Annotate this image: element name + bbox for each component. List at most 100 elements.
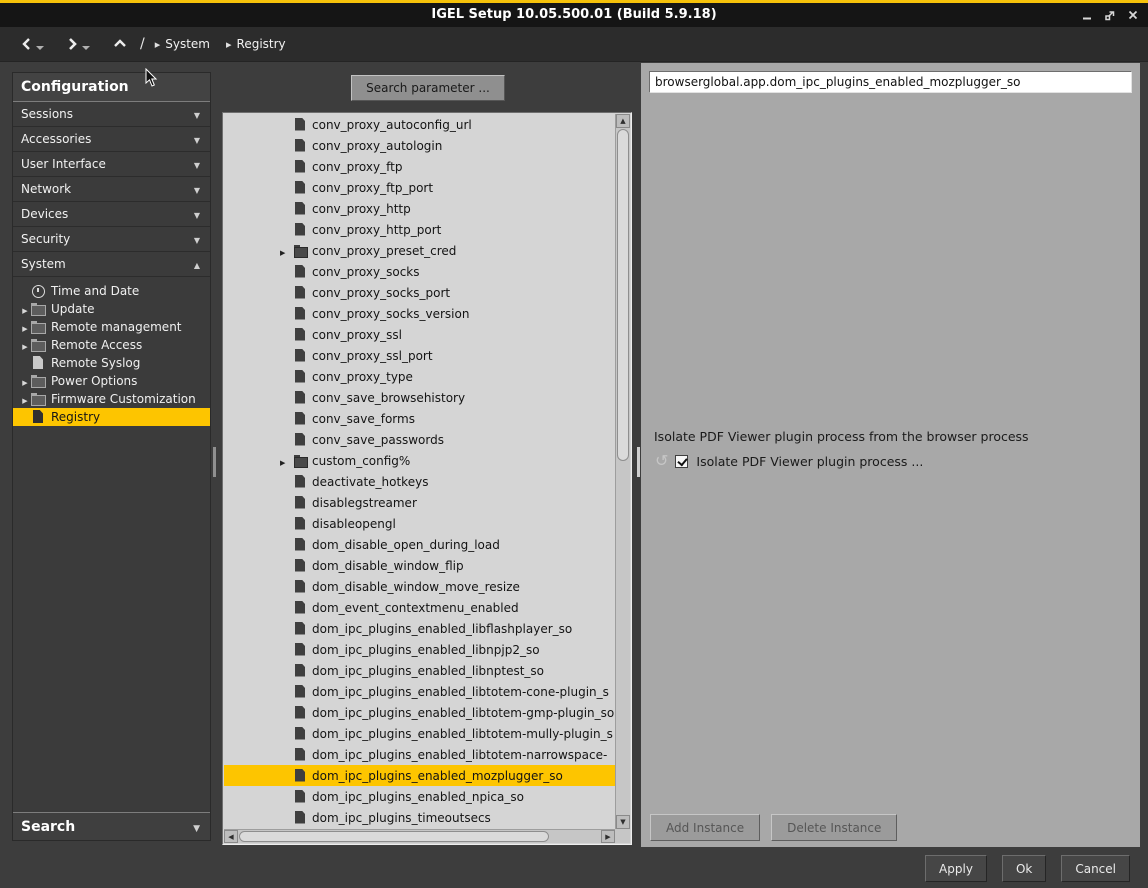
sidebar-section[interactable]: User Interface [13,152,210,177]
restore-icon[interactable] [1103,8,1117,22]
row-expander-icon[interactable] [280,244,294,258]
sidebar-tree-item[interactable]: Remote Syslog [13,354,210,372]
sidebar-tree-item[interactable]: Time and Date [13,282,210,300]
horizontal-scrollbar[interactable]: ◀ ▶ [224,829,615,843]
registry-parameter-row[interactable]: dom_ipc_plugins_enabled_libnpjp2_so [224,639,615,660]
registry-parameter-row[interactable]: conv_proxy_http [224,198,615,219]
sidebar-section[interactable]: Accessories [13,127,210,152]
up-button[interactable] [112,37,128,51]
registry-parameter-row[interactable]: dom_ipc_plugins_enabled_libnptest_so [224,660,615,681]
registry-parameter-row[interactable]: dom_event_contextmenu_enabled [224,597,615,618]
registry-parameter-row[interactable]: conv_save_browsehistory [224,387,615,408]
registry-parameter-row[interactable]: conv_proxy_ftp_port [224,177,615,198]
add-instance-button[interactable]: Add Instance [650,814,760,841]
sidebar-section-label: Devices [21,207,68,221]
chevron-left-icon [20,36,33,52]
registry-parameter-row[interactable]: conv_proxy_ssl_port [224,345,615,366]
sidebar-tree-item[interactable]: Update [13,300,210,318]
search-parameter-button[interactable]: Search parameter ... [351,75,505,101]
registry-parameter-row[interactable]: conv_save_forms [224,408,615,429]
registry-parameter-row[interactable]: dom_ipc_plugins_enabled_libtotem-mully-p… [224,723,615,744]
registry-parameter-row[interactable]: conv_proxy_http_port [224,219,615,240]
footer-buttons: Apply Ok Cancel [925,855,1130,882]
ok-button[interactable]: Ok [1002,855,1046,882]
sidebar-section[interactable]: System [13,252,210,277]
scroll-left-icon[interactable]: ◀ [224,830,238,843]
scroll-right-icon[interactable]: ▶ [601,830,615,843]
detail-splitter[interactable] [637,447,640,477]
breadcrumb-item[interactable]: System [155,37,210,51]
registry-parameter-row[interactable]: dom_ipc_plugins_enabled_libtotem-cone-pl… [224,681,615,702]
section-chevron-icon [194,132,200,146]
parameter-label: dom_ipc_plugins_timeoutsecs [312,811,491,825]
registry-parameter-row[interactable]: conv_proxy_socks_version [224,303,615,324]
registry-parameter-row[interactable]: dom_ipc_plugins_enabled_libtotem-narrows… [224,744,615,765]
sidebar-section[interactable]: Sessions [13,102,210,127]
scroll-down-icon[interactable]: ▼ [616,815,630,829]
parameter-icon [294,370,307,384]
registry-parameter-row[interactable]: dom_ipc_plugins_enabled_libflashplayer_s… [224,618,615,639]
vertical-scroll-thumb[interactable] [617,129,629,461]
tree-expander-icon[interactable] [19,338,31,352]
registry-parameter-row[interactable]: dom_ipc_plugins_enabled_libtotem-gmp-plu… [224,702,615,723]
sidebar-tree-item[interactable]: Firmware Customization [13,390,210,408]
section-chevron-icon [194,207,200,221]
registry-parameter-row[interactable]: conv_proxy_socks [224,261,615,282]
forward-button[interactable] [66,36,90,52]
cancel-button[interactable]: Cancel [1061,855,1130,882]
titlebar[interactable]: IGEL Setup 10.05.500.01 (Build 5.9.18) [0,3,1148,27]
registry-parameter-row[interactable]: dom_ipc_plugins_enabled_mozplugger_so [224,765,615,786]
registry-parameter-row[interactable]: deactivate_hotkeys [224,471,615,492]
registry-parameter-row[interactable]: dom_disable_window_flip [224,555,615,576]
tree-expander-icon[interactable] [19,302,31,316]
reset-to-default-icon[interactable] [655,453,668,469]
back-history-caret-icon[interactable] [36,46,44,50]
vertical-scrollbar[interactable]: ▲ ▼ [615,114,630,829]
parameter-icon [294,517,307,531]
tree-expander-icon[interactable] [19,374,31,388]
sidebar-section[interactable]: Devices [13,202,210,227]
registry-parameter-row[interactable]: conv_save_passwords [224,429,615,450]
sidebar-tree-item[interactable]: Remote Access [13,336,210,354]
sidebar-search-section[interactable]: Search [13,812,210,840]
parameter-icon [294,580,307,594]
forward-history-caret-icon[interactable] [82,46,90,50]
back-button[interactable] [20,36,44,52]
isolate-pdf-viewer-checkbox[interactable] [675,455,688,468]
sidebar-tree-item[interactable]: Power Options [13,372,210,390]
sidebar-tree-item[interactable]: Remote management [13,318,210,336]
apply-button[interactable]: Apply [925,855,987,882]
sidebar-tree-item[interactable]: Registry [13,408,210,426]
breadcrumb-item[interactable]: Registry [226,37,286,51]
registry-parameter-row[interactable]: dom_disable_window_move_resize [224,576,615,597]
registry-parameter-row[interactable]: conv_proxy_socks_port [224,282,615,303]
registry-parameter-row[interactable]: conv_proxy_type [224,366,615,387]
sidebar-section[interactable]: Security [13,227,210,252]
registry-parameter-row[interactable]: conv_proxy_ssl [224,324,615,345]
registry-parameter-row[interactable]: conv_proxy_ftp [224,156,615,177]
delete-instance-button[interactable]: Delete Instance [771,814,897,841]
horizontal-scroll-thumb[interactable] [239,831,549,842]
sidebar-section[interactable]: Network [13,177,210,202]
parameter-label: dom_ipc_plugins_enabled_libtotem-cone-pl… [312,685,609,699]
close-icon[interactable] [1126,8,1140,22]
registry-parameter-row[interactable]: dom_disable_open_during_load [224,534,615,555]
row-expander-icon[interactable] [280,454,294,468]
parameter-name-input[interactable] [649,71,1132,93]
minimize-icon[interactable] [1080,8,1094,22]
scroll-up-icon[interactable]: ▲ [616,114,630,128]
parameter-label: custom_config% [312,454,410,468]
registry-parameter-row[interactable]: disableopengl [224,513,615,534]
registry-parameter-row[interactable]: disablegstreamer [224,492,615,513]
registry-parameter-row[interactable]: dom_ipc_plugins_enabled_npica_so [224,786,615,807]
tree-expander-icon[interactable] [19,320,31,334]
registry-parameter-row[interactable]: conv_proxy_autologin [224,135,615,156]
breadcrumb: System Registry [155,37,302,51]
registry-parameter-row[interactable]: custom_config% [224,450,615,471]
registry-parameter-row[interactable]: dom_ipc_plugins_timeoutsecs [224,807,615,828]
tree-expander-icon[interactable] [19,392,31,406]
registry-parameter-row[interactable]: conv_proxy_preset_cred [224,240,615,261]
tree-item-label: Remote Access [51,338,142,352]
sidebar-splitter[interactable] [213,447,216,477]
registry-parameter-row[interactable]: conv_proxy_autoconfig_url [224,114,615,135]
